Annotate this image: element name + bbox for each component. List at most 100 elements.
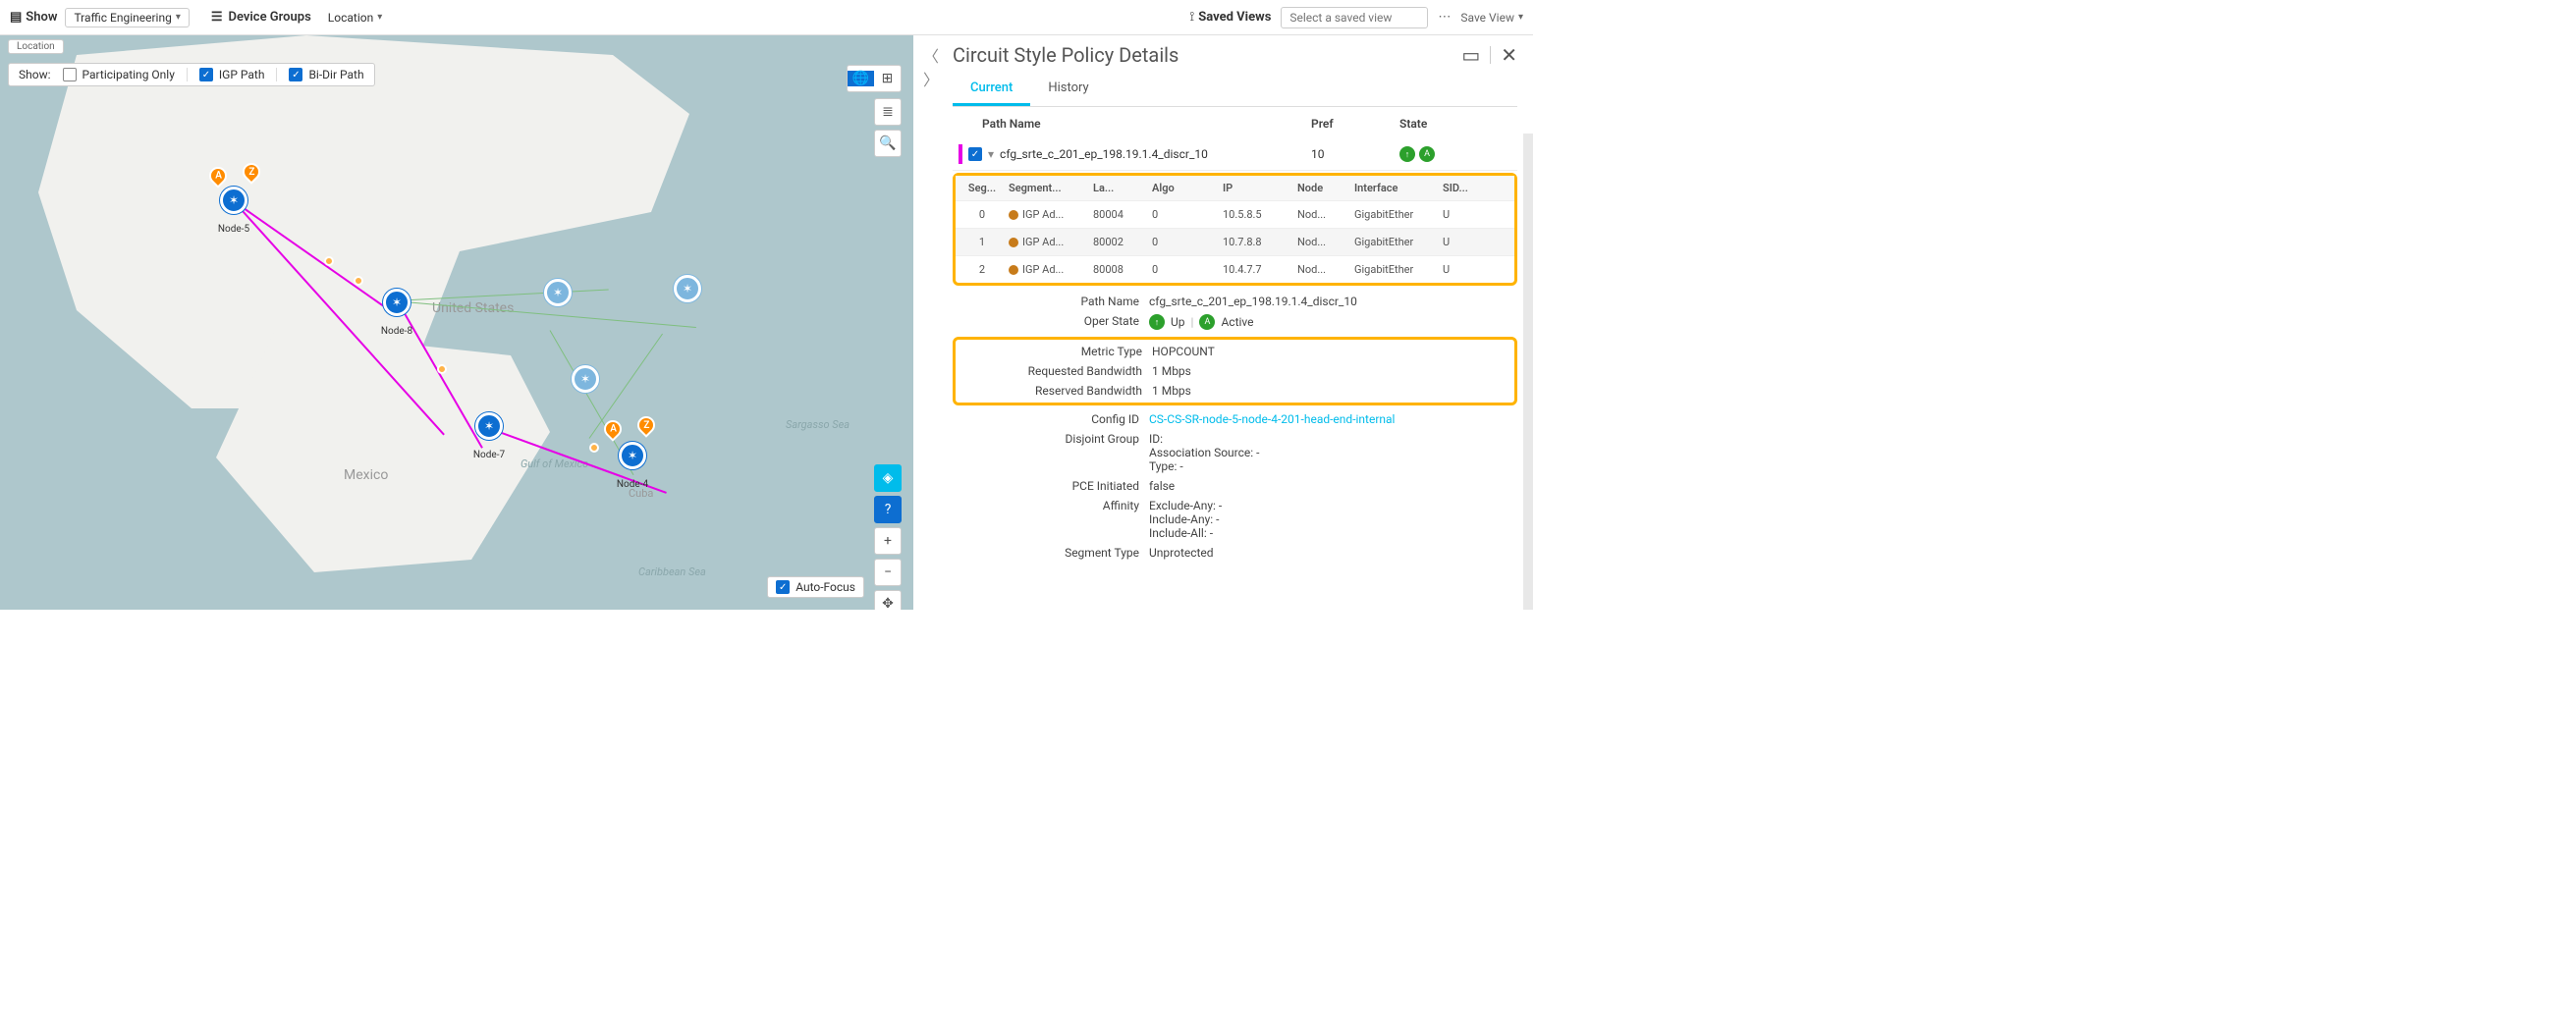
show-dropdown[interactable]: Traffic Engineering ▾ (65, 8, 189, 27)
node-5[interactable]: ✶ (220, 187, 247, 214)
save-view-button[interactable]: Save View ▾ (1460, 11, 1523, 25)
k: Config ID (953, 412, 1149, 426)
s0-type: IGP Ad... (1022, 208, 1064, 221)
s2-label: 80008 (1089, 263, 1148, 276)
kv-path-name: Path Namecfg_srte_c_201_ep_198.19.1.4_di… (953, 292, 1517, 311)
path-row[interactable]: ✓ ▾ cfg_srte_c_201_ep_198.19.1.4_discr_1… (953, 138, 1517, 171)
panel-nav-arrows[interactable]: 〈 〉 (913, 35, 949, 610)
participating-checkbox[interactable]: Participating Only (63, 68, 175, 81)
checkbox-on-icon: ✓ (289, 68, 302, 81)
chevron-left-icon: 〈 (923, 43, 939, 67)
zoom-out-button[interactable]: − (874, 559, 902, 586)
kv-metric: Metric TypeHOPCOUNT (956, 342, 1514, 361)
detail-tabs: Current History (953, 73, 1517, 107)
zoom-in-button[interactable]: + (874, 527, 902, 555)
details-panel: 〈 〉 Circuit Style Policy Details ▭ ✕ Cur… (913, 35, 1533, 610)
map-view-toggle[interactable]: 🌐 ⊞ (847, 65, 902, 92)
map-label-us: United States (432, 300, 514, 316)
location-text: Location (328, 11, 373, 25)
pin-a2: A (600, 416, 625, 441)
igp-checkbox[interactable]: ✓ IGP Path (199, 68, 265, 81)
v: Unprotected (1149, 546, 1517, 560)
plus-icon: + (884, 533, 892, 549)
segment-header: Seg... Segment... La... Algo IP Node Int… (956, 176, 1514, 200)
kv-seg-type: Segment TypeUnprotected (953, 543, 1517, 563)
saved-view-input[interactable] (1281, 7, 1428, 28)
sep (1490, 46, 1491, 64)
participating-label: Participating Only (82, 68, 175, 81)
sh-ip: IP (1219, 182, 1293, 194)
dv2: Association Source: - (1149, 446, 1517, 459)
fit-button[interactable]: ✥ (874, 590, 902, 610)
chevron-down-icon[interactable]: ▾ (988, 147, 994, 161)
kv-oper-state: Oper State ↑Up | AActive (953, 311, 1517, 333)
minimize-icon[interactable]: ▭ (1461, 43, 1480, 67)
scrollbar[interactable] (1523, 134, 1533, 610)
oper-up-text: Up (1171, 315, 1185, 329)
help-button[interactable]: ? (874, 496, 902, 523)
node-small-3[interactable]: ✶ (572, 365, 599, 393)
segment-row[interactable]: 2 IGP Ad... 80008 0 10.4.7.7 Nod... Giga… (956, 255, 1514, 283)
segment-row[interactable]: 1 IGP Ad... 80002 0 10.7.8.8 Nod... Giga… (956, 228, 1514, 255)
search-map-button[interactable]: 🔍 (874, 130, 902, 157)
tab-current[interactable]: Current (953, 73, 1030, 106)
main-split: Location Show: Participating Only ✓ IGP … (0, 35, 1533, 610)
show-value: Traffic Engineering (74, 11, 171, 25)
router-icon: ✶ (484, 419, 494, 433)
k: Requested Bandwidth (956, 364, 1152, 378)
router-icon: ✶ (392, 296, 402, 309)
k: PCE Initiated (953, 479, 1149, 493)
k: Oper State (953, 314, 1149, 330)
layers-icon: ▤ (10, 10, 22, 25)
details-title-row: Circuit Style Policy Details ▭ ✕ (953, 43, 1517, 67)
close-icon[interactable]: ✕ (1501, 43, 1517, 67)
show-text: Show (26, 10, 57, 25)
node-4[interactable]: ✶ (619, 442, 646, 469)
router-icon: ✶ (553, 286, 563, 299)
node-small-2[interactable]: ✶ (674, 275, 701, 302)
layers-button[interactable]: ≣ (874, 98, 902, 126)
map-label-carib: Caribbean Sea (638, 565, 706, 578)
v: 1 Mbps (1152, 384, 1514, 398)
locate-button[interactable]: ◈ (874, 464, 902, 492)
v: 1 Mbps (1152, 364, 1514, 378)
k: Path Name (953, 295, 1149, 308)
k: Metric Type (956, 345, 1152, 358)
more-icon[interactable]: ⋯ (1438, 10, 1451, 25)
s2-type: IGP Ad... (1022, 263, 1064, 276)
s1-sid: U (1439, 236, 1482, 248)
search-icon: 🔍 (879, 135, 896, 151)
node-small-1[interactable]: ✶ (544, 279, 572, 306)
segment-row[interactable]: 0 IGP Ad... 80004 0 10.5.8.5 Nod... Giga… (956, 200, 1514, 228)
s0-sid: U (1439, 208, 1482, 221)
kv-res-bw: Reserved Bandwidth1 Mbps (956, 381, 1514, 401)
bandwidth-box: Metric TypeHOPCOUNT Requested Bandwidth1… (953, 337, 1517, 405)
auto-focus-toggle[interactable]: ✓ Auto-Focus (767, 576, 864, 598)
s1-node: Nod... (1293, 236, 1350, 248)
col-pref: Pref (1311, 117, 1399, 131)
s1-type: IGP Ad... (1022, 236, 1064, 248)
breadcrumb[interactable]: Location (8, 39, 64, 54)
s1-ip: 10.7.8.8 (1219, 236, 1293, 248)
s1-intf: GigabitEther (1350, 236, 1439, 248)
location-dropdown[interactable]: Location ▾ (319, 8, 391, 27)
bidir-checkbox[interactable]: ✓ Bi-Dir Path (289, 68, 363, 81)
checkbox-on-icon[interactable]: ✓ (968, 147, 982, 161)
tab-history[interactable]: History (1030, 73, 1106, 106)
chevron-right-icon: 〉 (923, 67, 939, 90)
path-pref-value: 10 (1311, 147, 1399, 161)
active-icon: A (1199, 314, 1215, 330)
node-4-label: Node-4 (617, 479, 648, 490)
config-link[interactable]: CS-CS-SR-node-5-node-4-201-head-end-inte… (1149, 412, 1395, 426)
node-8[interactable]: ✶ (383, 289, 411, 316)
v: ID: Association Source: - Type: - (1149, 432, 1517, 473)
map-label-cuba: Cuba (629, 487, 653, 500)
v: cfg_srte_c_201_ep_198.19.1.4_discr_10 (1149, 295, 1517, 308)
topology-icon: ⊞ (874, 71, 901, 86)
map-area[interactable]: Location Show: Participating Only ✓ IGP … (0, 35, 913, 610)
v: false (1149, 479, 1517, 493)
sh-intf: Interface (1350, 182, 1439, 194)
kv-disjoint: Disjoint Group ID: Association Source: -… (953, 429, 1517, 476)
node-7[interactable]: ✶ (475, 412, 503, 440)
oper-active-text: Active (1221, 315, 1253, 329)
